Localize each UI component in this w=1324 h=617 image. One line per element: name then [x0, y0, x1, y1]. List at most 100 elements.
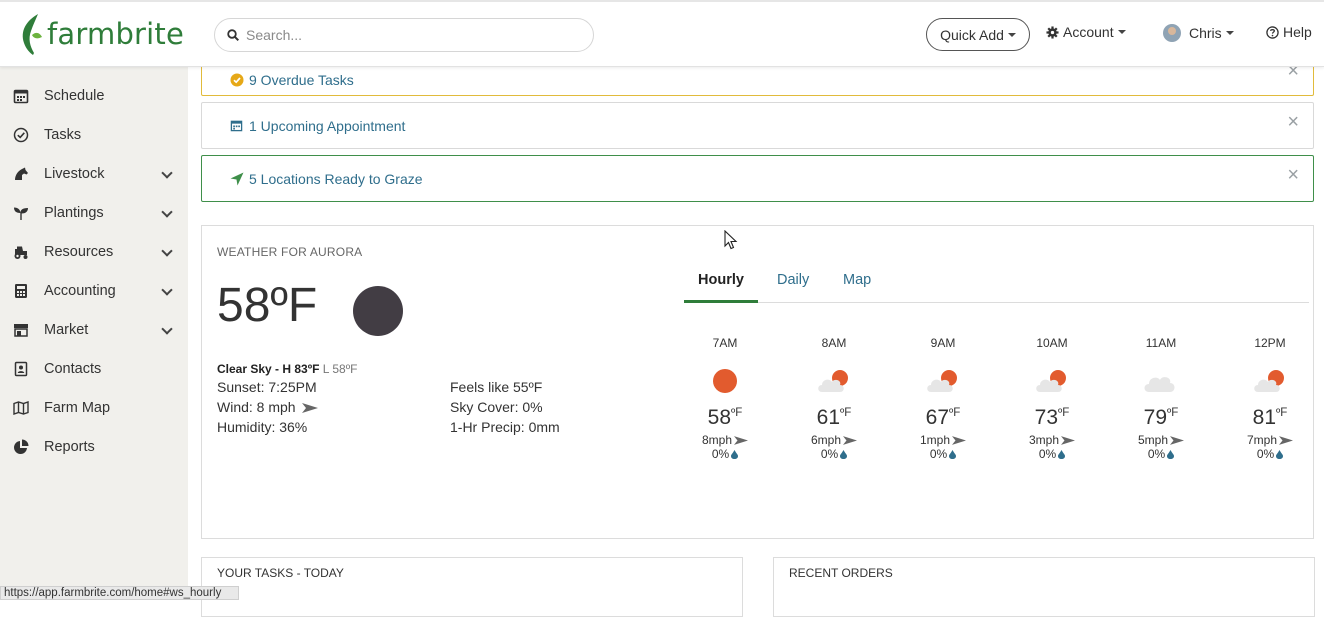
ready-to-graze-alert[interactable]: 5 Locations Ready to Graze ×	[201, 155, 1314, 202]
help-link[interactable]: Help	[1266, 24, 1312, 40]
question-circle-icon	[1266, 25, 1279, 39]
sidebar-item-livestock[interactable]: Livestock	[0, 154, 188, 193]
sidebar-item-label: Market	[44, 321, 89, 338]
brand-name: farmbrite	[47, 17, 185, 51]
sidebar-item-farm-map[interactable]: Farm Map	[0, 388, 188, 427]
leaf-logo-icon	[22, 14, 42, 55]
caret-down-icon	[1225, 31, 1234, 35]
user-name: Chris	[1189, 25, 1222, 41]
forecast-temp: 81ºF	[1230, 406, 1310, 432]
search-input[interactable]: Search...	[214, 18, 594, 52]
chevron-down-icon[interactable]	[161, 284, 173, 296]
sidebar-item-resources[interactable]: Resources	[0, 232, 188, 271]
sidebar-item-label: Plantings	[44, 204, 104, 221]
forecast-temp: 58ºF	[685, 406, 765, 432]
weather-condition: Clear Sky - H 83ºF L 58ºF	[217, 362, 357, 376]
forecast-temp-value: 73	[1034, 406, 1059, 429]
calendar-icon	[230, 119, 244, 133]
sidebar-item-label: Livestock	[44, 165, 105, 182]
forecast-temp: 61ºF	[794, 406, 874, 432]
wind-direction-icon	[1279, 436, 1294, 446]
check-circle-icon	[12, 126, 29, 143]
sidebar-item-tasks[interactable]: Tasks	[0, 115, 188, 154]
chevron-down-icon[interactable]	[161, 206, 173, 218]
sidebar-item-plantings[interactable]: Plantings	[0, 193, 188, 232]
forecast-tabs: Hourly Daily Map	[684, 264, 1309, 303]
sidebar-item-accounting[interactable]: Accounting	[0, 271, 188, 310]
temp-unit: ºF	[270, 279, 318, 332]
feels-like-text: Feels like 55ºF	[450, 379, 543, 395]
hourly-forecast: 7AM 58ºF 8mph 0% 8AM 61ºF 6mph 0% 9AM 67ºF 1mph 0% 1…	[688, 336, 1308, 476]
quick-add-button[interactable]: Quick Add	[926, 18, 1030, 51]
wind-text: Wind: 8 mph	[217, 399, 296, 415]
forecast-time: 8AM	[821, 336, 847, 350]
forecast-wind: 1mph	[903, 433, 983, 447]
forecast-precip: 0%	[794, 447, 874, 461]
close-icon[interactable]: ×	[1287, 165, 1299, 185]
tab-hourly[interactable]: Hourly	[684, 272, 758, 303]
main-content: 9 Overdue Tasks × 1 Upcoming Appointment…	[188, 61, 1324, 617]
partly-cloudy-icon	[903, 364, 983, 398]
forecast-wind-value: 8mph	[701, 433, 733, 447]
caret-down-icon	[1117, 30, 1126, 34]
precip-text: 1-Hr Precip: 0mm	[450, 419, 560, 435]
tab-daily[interactable]: Daily	[777, 272, 809, 302]
forecast-temp-unit: ºF	[731, 407, 743, 419]
upcoming-appointment-link[interactable]: 1 Upcoming Appointment	[249, 118, 405, 134]
forecast-wind-value: 1mph	[919, 433, 951, 447]
chevron-down-icon[interactable]	[161, 323, 173, 335]
upcoming-appointment-alert[interactable]: 1 Upcoming Appointment ×	[201, 102, 1314, 149]
forecast-time: 7AM	[712, 336, 738, 350]
sidebar: Schedule Tasks Livestock Plantings Resou…	[0, 67, 188, 600]
forecast-precip: 0%	[903, 447, 983, 461]
forecast-precip: 0%	[1230, 447, 1310, 461]
weather-details-left: Sunset: 7:25PM Wind: 8 mph Humidity: 36%	[217, 377, 319, 437]
user-menu[interactable]: Chris	[1163, 24, 1234, 42]
ready-to-graze-link[interactable]: 5 Locations Ready to Graze	[249, 171, 423, 187]
raindrop-icon	[840, 450, 848, 459]
sunset-text: Sunset: 7:25PM	[217, 379, 317, 395]
partly-cloudy-icon	[1230, 364, 1310, 398]
forecast-time: 10AM	[1036, 336, 1068, 350]
sidebar-item-schedule[interactable]: Schedule	[0, 76, 188, 115]
sidebar-item-label: Reports	[44, 438, 95, 455]
avatar	[1163, 24, 1181, 42]
condition-high: Clear Sky - H 83ºF	[217, 362, 320, 376]
sidebar-item-market[interactable]: Market	[0, 310, 188, 349]
status-bar-url: https://app.farmbrite.com/home#ws_hourly	[0, 586, 239, 600]
forecast-wind-value: 5mph	[1137, 433, 1169, 447]
farmbrite-logo[interactable]: farmbrite	[18, 12, 184, 56]
sidebar-item-contacts[interactable]: Contacts	[0, 349, 188, 388]
forecast-precip-value: 0%	[820, 447, 839, 461]
sidebar-item-label: Resources	[44, 243, 114, 260]
forecast-temp: 79ºF	[1121, 406, 1201, 432]
forecast-temp-unit: ºF	[1276, 407, 1288, 419]
hourly-forecast-item: 12PM 81ºF 7mph 0%	[1230, 336, 1310, 461]
overdue-tasks-alert[interactable]: 9 Overdue Tasks ×	[201, 61, 1314, 96]
weather-title: WEATHER FOR AURORA	[217, 245, 363, 259]
search-icon	[227, 29, 239, 41]
chevron-down-icon[interactable]	[161, 245, 173, 257]
raindrop-icon	[1058, 450, 1066, 459]
forecast-temp-value: 81	[1252, 406, 1277, 429]
chevron-down-icon[interactable]	[161, 167, 173, 179]
caret-down-icon	[1007, 32, 1016, 37]
account-label: Account	[1063, 24, 1114, 40]
tab-map[interactable]: Map	[843, 272, 871, 302]
close-icon[interactable]: ×	[1287, 112, 1299, 132]
forecast-precip-value: 0%	[929, 447, 948, 461]
forecast-precip: 0%	[1012, 447, 1092, 461]
sidebar-item-reports[interactable]: Reports	[0, 427, 188, 466]
account-menu[interactable]: Account	[1046, 24, 1126, 40]
mouse-cursor-icon	[724, 230, 738, 250]
sidebar-item-label: Contacts	[44, 360, 102, 377]
forecast-wind: 3mph	[1012, 433, 1092, 447]
wind-direction-icon	[302, 403, 319, 414]
forecast-precip-value: 0%	[1038, 447, 1057, 461]
address-book-icon	[12, 360, 29, 377]
check-badge-icon	[230, 73, 244, 87]
forecast-temp-value: 79	[1143, 406, 1168, 429]
weather-details-right: Feels like 55ºF Sky Cover: 0% 1-Hr Preci…	[450, 377, 560, 437]
hourly-forecast-item: 7AM 58ºF 8mph 0%	[685, 336, 765, 461]
overdue-tasks-link[interactable]: 9 Overdue Tasks	[249, 72, 354, 88]
